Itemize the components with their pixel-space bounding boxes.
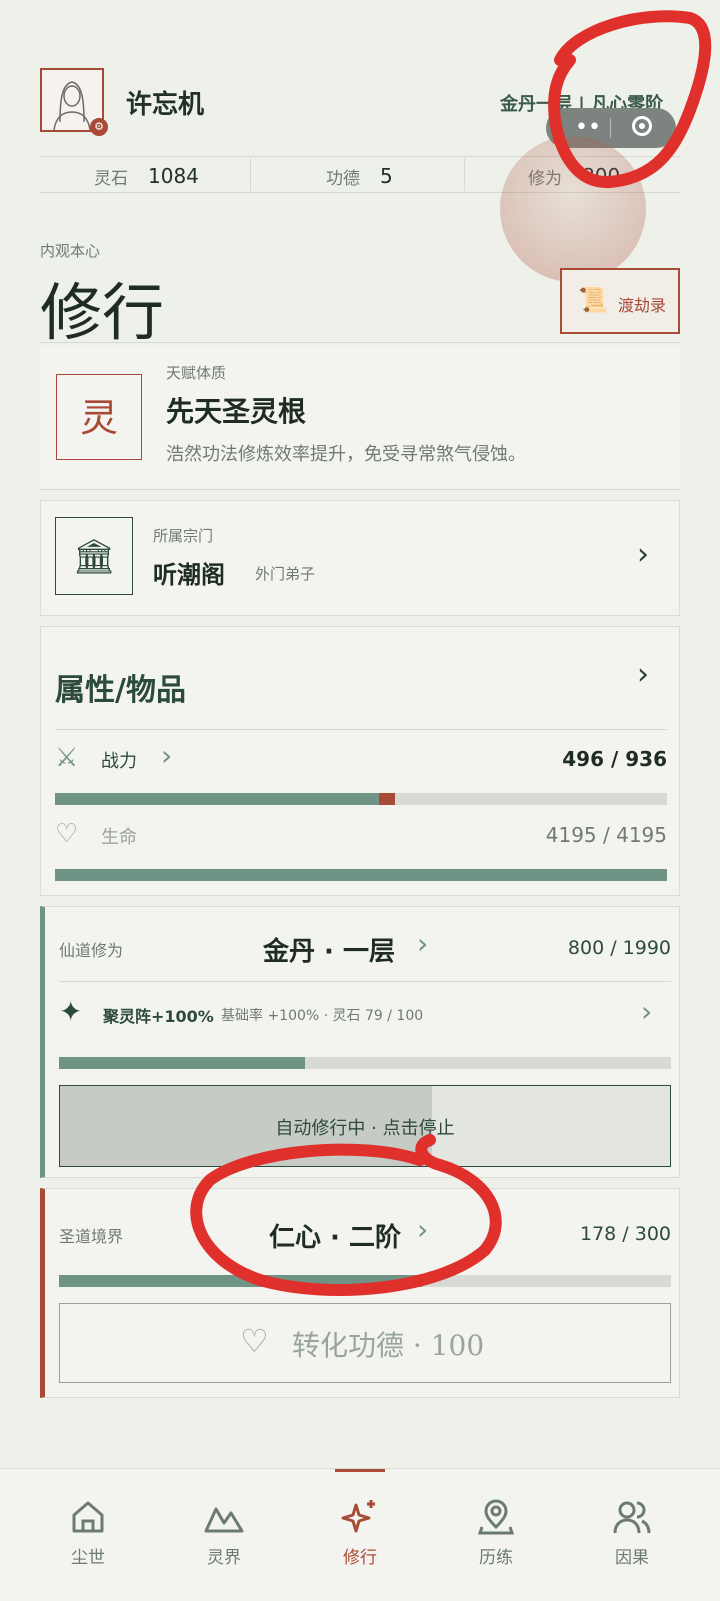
sage-realm-chevron-icon[interactable]: › <box>417 1213 428 1246</box>
mountain-icon <box>204 1507 244 1533</box>
talent-label: 天赋体质 <box>166 364 227 382</box>
stat-gongde-label: 功德 <box>326 169 360 189</box>
nav-item-lingjie[interactable]: 灵界 <box>184 1497 264 1577</box>
cultivation-bar <box>59 1057 671 1069</box>
attributes-chevron-icon[interactable]: › <box>637 657 649 692</box>
sparkle-icon <box>341 1500 375 1533</box>
cultivation-card: 仙道修为 金丹 · 一层 › 800 / 1990 ✦ 聚灵阵+100% 基础率… <box>40 906 680 1178</box>
power-bar-marker <box>379 793 396 805</box>
nav-label-chenshi: 尘世 <box>71 1548 105 1568</box>
attributes-card: 属性/物品 › ⚔ 战力 › 496 / 936 ♡ 生命 4195 / 419… <box>40 626 680 896</box>
record-button[interactable]: 📜 渡劫录 <box>560 268 680 334</box>
sage-card: 圣道境界 仁心 · 二阶 › 178 / 300 ♡ 转化功德 · 100 <box>40 1188 680 1398</box>
page-title: 修行 <box>40 276 165 349</box>
page-subtitle: 内观本心 <box>40 242 101 260</box>
sect-rank: 外门弟子 <box>255 565 316 583</box>
home-icon <box>72 1501 104 1533</box>
nav-item-yinguo[interactable]: 因果 <box>592 1497 672 1577</box>
scroll-icon: 📜 <box>578 286 608 314</box>
cultivation-bar-fill <box>59 1057 306 1069</box>
handshake-heart-icon: ♡ <box>240 1322 269 1360</box>
record-button-label: 渡劫录 <box>618 296 667 315</box>
chevron-right-icon: › <box>637 537 649 572</box>
life-bar-fill <box>55 869 667 881</box>
array-detail: 基础率 +100% · 灵石 79 / 100 <box>221 1008 424 1024</box>
heart-pulse-icon: ♡ <box>55 819 79 849</box>
stat-lingshi-label: 灵石 <box>94 169 128 189</box>
stat-lingshi-value: 1084 <box>148 164 199 188</box>
convert-merit-button[interactable]: ♡ 转化功德 · 100 <box>59 1303 671 1383</box>
life-bar <box>55 869 667 881</box>
array-chevron-icon[interactable]: › <box>641 995 652 1028</box>
people-icon <box>613 1501 651 1534</box>
nav-label-yinguo: 因果 <box>615 1548 649 1568</box>
avatar-badge-icon: ⚙ <box>90 118 108 136</box>
swords-icon: ⚔ <box>55 743 79 773</box>
temple-icon: 🏛 <box>55 517 133 595</box>
attributes-title[interactable]: 属性/物品 <box>55 665 186 709</box>
talent-desc: 浩然功法修炼效率提升，免受寻常煞气侵蚀。 <box>166 444 526 465</box>
close-target-icon[interactable] <box>632 116 652 136</box>
nav-item-lilian[interactable]: 历练 <box>456 1497 536 1577</box>
nav-item-chenshi[interactable]: 尘世 <box>48 1497 128 1577</box>
talent-card: 灵 天赋体质 先天圣灵根 浩然功法修炼效率提升，免受寻常煞气侵蚀。 <box>40 346 680 490</box>
talent-glyph-box: 灵 <box>56 374 142 460</box>
sect-card[interactable]: 🏛 所属宗门 听潮阁 外门弟子 › <box>40 500 680 616</box>
sage-label: 圣道境界 <box>59 1227 124 1246</box>
sparkle-icon: ✦ <box>59 995 83 1028</box>
life-label: 生命 <box>101 827 137 848</box>
sage-bar <box>59 1275 671 1287</box>
auto-cultivate-button[interactable]: 自动修行中 · 点击停止 <box>59 1085 671 1167</box>
power-chevron-icon[interactable]: › <box>161 739 172 772</box>
stat-gongde-value: 5 <box>380 164 393 188</box>
sage-bar-fill <box>59 1275 422 1287</box>
cultivation-realm[interactable]: 金丹 · 一层 <box>263 931 395 968</box>
power-bar <box>55 793 667 805</box>
bottom-nav: 尘世 灵界 修行 历练 因果 <box>0 1468 720 1601</box>
decorative-orb <box>500 136 646 282</box>
cultivation-label: 仙道修为 <box>59 941 124 960</box>
cultivation-value: 800 / 1990 <box>567 937 671 959</box>
convert-merit-label: 转化功德 · 100 <box>292 1329 485 1362</box>
sect-label: 所属宗门 <box>153 527 214 545</box>
sect-name: 听潮阁 <box>153 561 225 589</box>
nav-label-lilian: 历练 <box>479 1548 513 1568</box>
nav-label-lingjie: 灵界 <box>207 1548 241 1568</box>
nav-active-indicator <box>335 1469 385 1472</box>
auto-cultivate-label: 自动修行中 · 点击停止 <box>275 1118 455 1139</box>
life-value: 4195 / 4195 <box>545 823 667 847</box>
player-name: 许忘机 <box>126 90 205 120</box>
power-bar-fill <box>55 793 380 805</box>
power-label[interactable]: 战力 <box>101 747 137 773</box>
power-value: 496 / 936 <box>562 747 667 771</box>
nav-label-xiuxing: 修行 <box>343 1548 377 1568</box>
talent-name: 先天圣灵根 <box>166 395 307 428</box>
nav-item-xiuxing[interactable]: 修行 <box>320 1497 400 1577</box>
talent-glyph: 灵 <box>79 396 118 440</box>
sage-value: 178 / 300 <box>579 1223 671 1245</box>
cultivation-realm-chevron-icon[interactable]: › <box>417 927 428 960</box>
map-pin-icon <box>477 1499 515 1535</box>
array-name[interactable]: 聚灵阵+100% <box>103 1003 214 1027</box>
capsule-divider <box>610 118 611 138</box>
sage-realm[interactable]: 仁心 · 二阶 <box>269 1217 401 1254</box>
